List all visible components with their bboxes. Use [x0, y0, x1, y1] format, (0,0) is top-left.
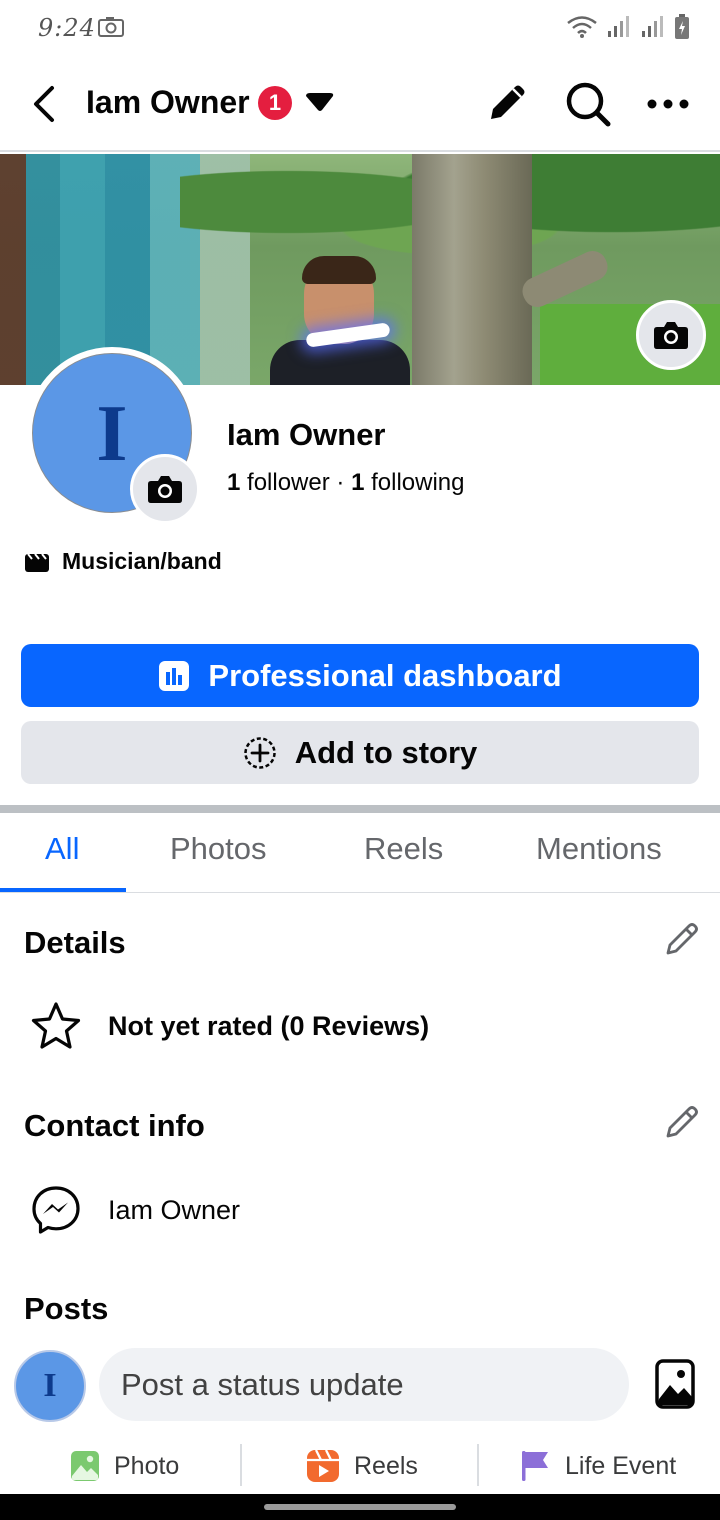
flag-icon — [522, 1451, 548, 1481]
rating-row: Not yet rated (0 Reviews) — [30, 1000, 429, 1052]
followers-label: follower — [247, 469, 330, 496]
search-icon — [566, 82, 611, 127]
status-bar: 9:24 — [0, 0, 720, 56]
pencil-icon — [491, 85, 525, 119]
screenshot-icon — [98, 16, 124, 43]
cover-photo-trunk — [412, 154, 532, 385]
status-update-input[interactable]: Post a status update — [99, 1348, 629, 1421]
photo-green-icon — [71, 1451, 99, 1481]
system-navigation-bar — [0, 1494, 720, 1520]
details-title: Details — [24, 925, 126, 960]
star-icon — [30, 1000, 82, 1052]
post-actions: Photo Reels Life Event — [0, 1438, 720, 1494]
more-dots-icon — [647, 99, 689, 109]
search-button[interactable] — [562, 78, 614, 130]
wifi-icon — [567, 16, 597, 38]
profile-tabs: All Photos Reels Mentions — [0, 813, 720, 893]
contact-info-title: Contact info — [24, 1108, 205, 1143]
edit-contact-button[interactable] — [660, 1100, 704, 1144]
edit-cover-photo-button[interactable] — [636, 300, 706, 370]
system-icons — [566, 14, 690, 40]
photo-action-label: Photo — [114, 1451, 180, 1480]
action-separator — [240, 1444, 242, 1486]
status-time: 9:24 — [38, 14, 96, 42]
add-to-story-label: Add to story — [294, 734, 478, 770]
action-separator — [477, 1444, 479, 1486]
reels-action-label: Reels — [354, 1451, 418, 1480]
pencil-outline-icon — [666, 1106, 698, 1138]
reels-icon — [307, 1449, 339, 1482]
profile-category: Musician/band — [24, 548, 222, 575]
active-tab-indicator — [0, 888, 126, 892]
messenger-name: Iam Owner — [108, 1194, 241, 1225]
professional-dashboard-button[interactable]: Professional dashboard — [21, 644, 699, 707]
add-to-story-button[interactable]: Add to story — [21, 721, 699, 784]
clapperboard-icon — [25, 552, 49, 572]
edit-profile-button[interactable] — [480, 78, 532, 130]
cover-photo-person-hair — [302, 256, 376, 284]
add-photo-button[interactable] — [650, 1356, 700, 1412]
back-button[interactable] — [22, 78, 66, 130]
camera-icon — [148, 476, 182, 503]
following-count: 1 — [351, 469, 365, 496]
follow-separator: · — [336, 469, 345, 496]
posts-title: Posts — [24, 1291, 109, 1326]
camera-icon — [654, 322, 688, 349]
photo-icon — [655, 1359, 695, 1409]
top-header: Iam Owner 1 — [0, 56, 720, 152]
followers-count: 1 — [227, 469, 241, 496]
more-options-button[interactable] — [642, 78, 694, 130]
add-circle-icon — [243, 736, 276, 769]
tab-mentions[interactable]: Mentions — [536, 831, 662, 867]
profile-name: Iam Owner — [227, 417, 386, 452]
life-event-action-label: Life Event — [565, 1451, 677, 1480]
life-event-action[interactable]: Life Event — [521, 1438, 676, 1494]
battery-icon — [675, 14, 689, 39]
category-label: Musician/band — [62, 548, 222, 574]
reels-action[interactable]: Reels — [306, 1438, 418, 1494]
photo-action[interactable]: Photo — [70, 1438, 179, 1494]
header-title[interactable]: Iam Owner — [86, 84, 250, 121]
tab-photos[interactable]: Photos — [170, 831, 267, 867]
composer-avatar[interactable]: I — [14, 1350, 86, 1422]
pencil-outline-icon — [666, 923, 698, 955]
signal-icon-2 — [642, 16, 663, 37]
home-gesture-handle[interactable] — [264, 1504, 456, 1510]
edit-avatar-button[interactable] — [130, 454, 200, 524]
back-arrow-icon — [34, 86, 54, 122]
messenger-icon — [30, 1184, 82, 1236]
tab-all[interactable]: All — [45, 831, 79, 867]
follow-stats[interactable]: 1 follower · 1 following — [227, 469, 465, 497]
professional-dashboard-label: Professional dashboard — [208, 657, 562, 693]
tab-reels[interactable]: Reels — [364, 831, 443, 867]
rating-text: Not yet rated (0 Reviews) — [108, 1010, 430, 1041]
cover-photo-person-body — [270, 340, 410, 385]
notification-badge: 1 — [258, 86, 292, 120]
edit-details-button[interactable] — [660, 917, 704, 961]
messenger-row[interactable]: Iam Owner — [30, 1184, 240, 1236]
following-label: following — [371, 469, 465, 496]
signal-icon — [608, 16, 629, 37]
dashboard-chart-icon — [159, 660, 190, 691]
section-divider — [0, 805, 720, 813]
profile-switch-caret-icon[interactable] — [304, 92, 336, 119]
